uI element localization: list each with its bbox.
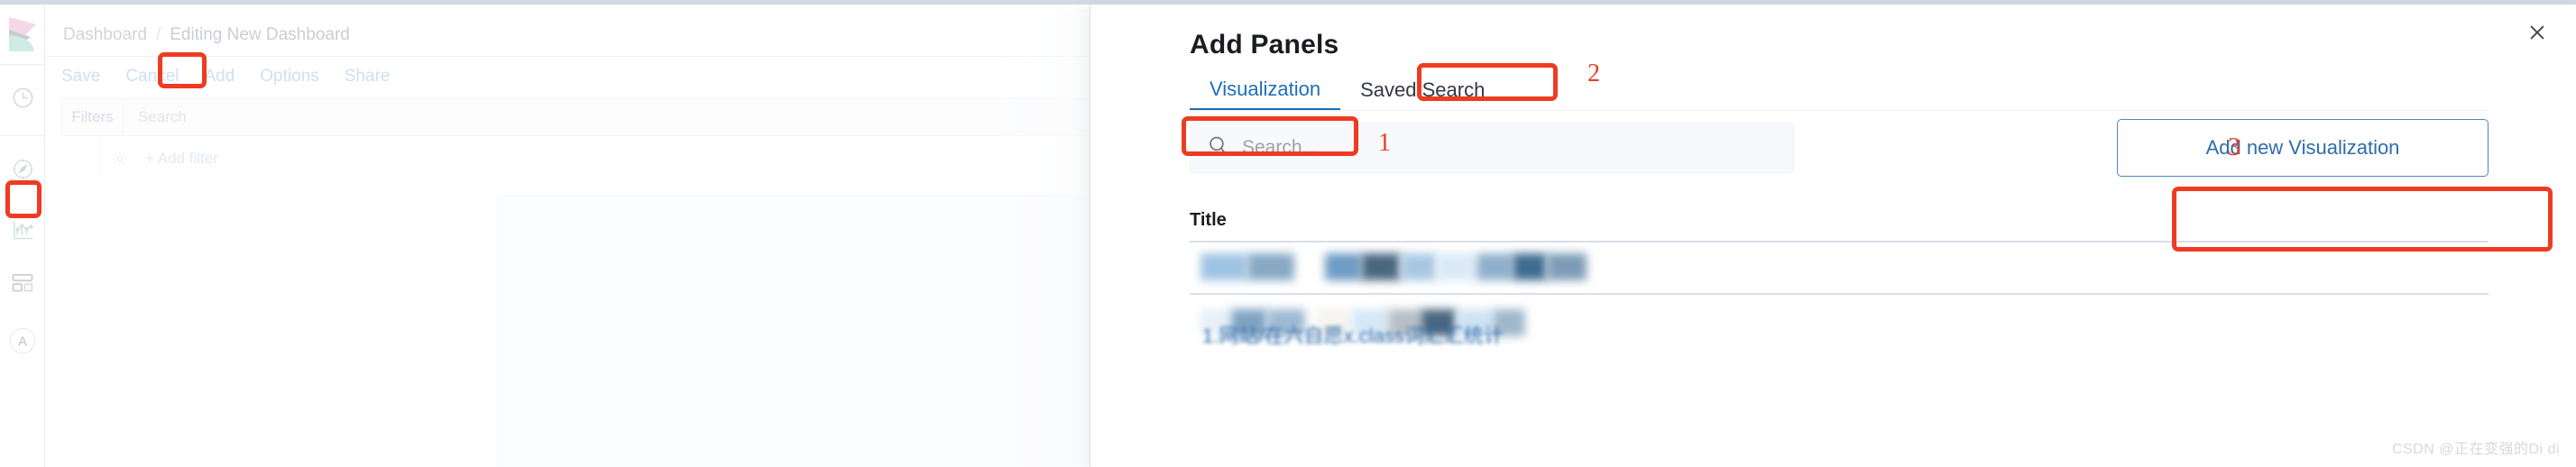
filter-row: + Add filter bbox=[99, 138, 1090, 179]
sidebar-item-recently-viewed[interactable] bbox=[0, 65, 45, 135]
breadcrumb: Dashboard / Editing New Dashboard bbox=[63, 14, 350, 57]
kibana-logo bbox=[7, 17, 38, 51]
sidebar-item-dashboard[interactable] bbox=[0, 259, 45, 311]
search-placeholder: Search... bbox=[1242, 137, 1319, 158]
add-new-visualization-button[interactable]: Add new Visualization bbox=[2117, 119, 2489, 177]
breadcrumb-root[interactable]: Dashboard bbox=[63, 25, 147, 45]
redacted-content bbox=[1437, 253, 1475, 280]
save-button[interactable]: Save bbox=[61, 67, 100, 87]
dashboard-icon bbox=[10, 270, 35, 300]
dashboard-background: Dashboard / Editing New Dashboard Save C… bbox=[45, 5, 1135, 467]
annotation-number-3: 3 bbox=[2228, 133, 2240, 161]
redacted-content bbox=[1247, 253, 1294, 280]
gear-icon[interactable] bbox=[111, 150, 129, 168]
redacted-content bbox=[1401, 253, 1437, 280]
search-icon bbox=[1207, 134, 1229, 161]
close-button[interactable] bbox=[2524, 21, 2551, 48]
annotation-number-1: 1 bbox=[1378, 129, 1391, 157]
tabs-divider bbox=[1190, 110, 2489, 111]
add-panels-flyout: Add Panels Visualization Saved Search Se… bbox=[1090, 5, 2576, 467]
list-item[interactable] bbox=[1190, 246, 2489, 293]
cancel-button[interactable]: Cancel bbox=[125, 67, 179, 87]
redacted-content bbox=[1477, 253, 1513, 280]
close-icon bbox=[2527, 23, 2547, 47]
add-filter-link[interactable]: + Add filter bbox=[145, 150, 218, 168]
share-button[interactable]: Share bbox=[345, 67, 391, 87]
dashboard-search-input[interactable]: Search bbox=[124, 108, 187, 126]
letter-a-icon: A bbox=[9, 327, 36, 359]
list-item-title: 1.网站/在六自愿x.class词汇汇统计 bbox=[1202, 325, 1504, 347]
compass-icon bbox=[11, 157, 35, 186]
svg-text:A: A bbox=[18, 334, 27, 349]
sidebar-item-discover[interactable] bbox=[0, 136, 45, 206]
breadcrumb-separator: / bbox=[155, 25, 161, 44]
redacted-content bbox=[1513, 253, 1547, 280]
list-column-header-title: Title bbox=[1190, 210, 1227, 230]
list-item[interactable]: 1.网站/在六自愿x.class词汇汇统计 bbox=[1190, 298, 2489, 347]
add-button[interactable]: Add bbox=[204, 67, 235, 87]
left-nav-rail: A bbox=[0, 5, 45, 467]
filters-button[interactable]: Filters bbox=[62, 98, 124, 136]
options-button[interactable]: Options bbox=[260, 67, 318, 87]
redacted-content bbox=[1547, 253, 1587, 280]
redacted-content bbox=[1201, 253, 1247, 280]
annotation-number-2: 2 bbox=[1587, 60, 1600, 87]
breadcrumb-current: Editing New Dashboard bbox=[170, 25, 350, 44]
redacted-content bbox=[1325, 253, 1361, 280]
flyout-tabs: Visualization Saved Search bbox=[1190, 69, 1504, 111]
sidebar-item-visualize[interactable] bbox=[0, 206, 45, 259]
tab-visualization[interactable]: Visualization bbox=[1190, 69, 1341, 111]
list-row-divider bbox=[1190, 293, 2489, 295]
chart-icon bbox=[11, 218, 35, 247]
dashboard-action-bar: Save Cancel Add Options Share bbox=[61, 57, 390, 96]
list-header-divider bbox=[1190, 241, 2489, 243]
clock-icon bbox=[11, 86, 35, 114]
page-title: Add Panels bbox=[1190, 30, 1339, 60]
sidebar-item-kibana-logo[interactable] bbox=[0, 5, 45, 64]
search-input[interactable]: Search... bbox=[1190, 123, 1794, 173]
query-bar: Filters Search bbox=[61, 98, 1090, 136]
screenshot-root: A Dashboard / Editing New Dashboard Save… bbox=[0, 0, 2576, 467]
tab-saved-search[interactable]: Saved Search bbox=[1340, 69, 1504, 111]
watermark: CSDN @正在变强的Di di bbox=[2391, 442, 2560, 457]
sidebar-item-avatar[interactable]: A bbox=[0, 311, 45, 374]
redacted-content bbox=[1361, 253, 1401, 280]
